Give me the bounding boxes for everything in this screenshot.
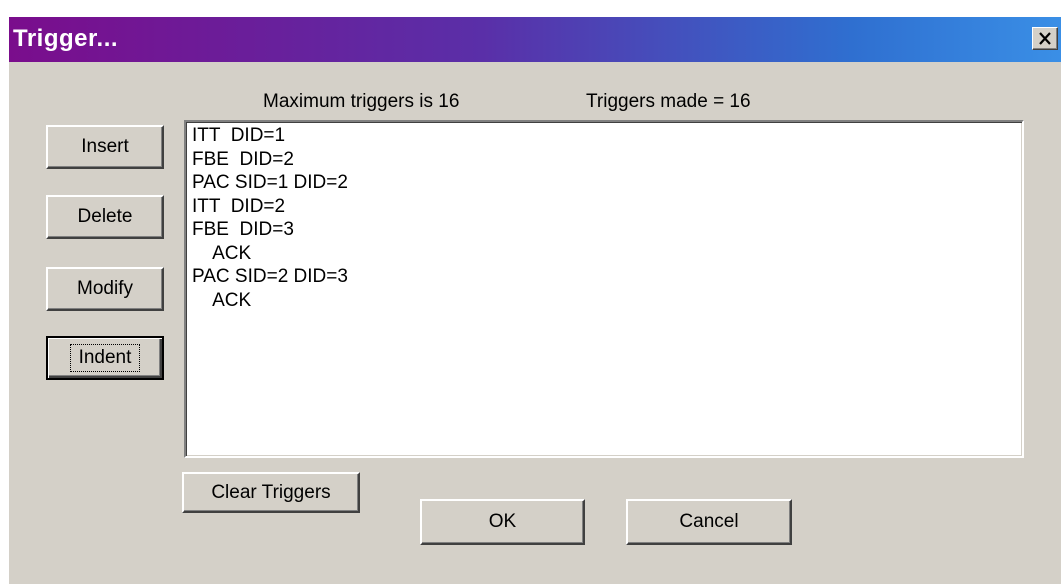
list-item[interactable]: PAC SID=1 DID=2 xyxy=(192,171,1022,195)
list-item[interactable]: ACK xyxy=(192,242,1022,266)
delete-button[interactable]: Delete xyxy=(46,195,164,239)
clear-triggers-button[interactable]: Clear Triggers xyxy=(182,472,360,513)
list-item[interactable]: ITT DID=1 xyxy=(192,124,1022,148)
list-item[interactable]: FBE DID=2 xyxy=(192,148,1022,172)
trigger-list-box[interactable]: ITT DID=1 FBE DID=2 PAC SID=1 DID=2 ITT … xyxy=(184,120,1024,458)
trigger-list: ITT DID=1 FBE DID=2 PAC SID=1 DID=2 ITT … xyxy=(186,122,1022,312)
close-icon xyxy=(1038,32,1052,45)
indent-button[interactable]: Indent xyxy=(46,336,164,380)
cancel-button[interactable]: Cancel xyxy=(626,499,792,545)
trigger-dialog: Trigger... Maximum triggers is 16 Trigge… xyxy=(8,16,1061,584)
list-item[interactable]: ACK xyxy=(192,289,1022,313)
modify-button[interactable]: Modify xyxy=(46,267,164,311)
triggers-made-label: Triggers made = 16 xyxy=(586,91,751,112)
list-item[interactable]: ITT DID=2 xyxy=(192,195,1022,219)
max-triggers-label: Maximum triggers is 16 xyxy=(263,91,460,112)
title-bar[interactable]: Trigger... xyxy=(9,17,1061,62)
list-item[interactable]: PAC SID=2 DID=3 xyxy=(192,265,1022,289)
window-title: Trigger... xyxy=(13,25,119,52)
ok-button[interactable]: OK xyxy=(420,499,585,545)
insert-button[interactable]: Insert xyxy=(46,125,164,169)
indent-button-label: Indent xyxy=(69,344,141,372)
close-button[interactable] xyxy=(1032,27,1058,50)
list-item[interactable]: FBE DID=3 xyxy=(192,218,1022,242)
